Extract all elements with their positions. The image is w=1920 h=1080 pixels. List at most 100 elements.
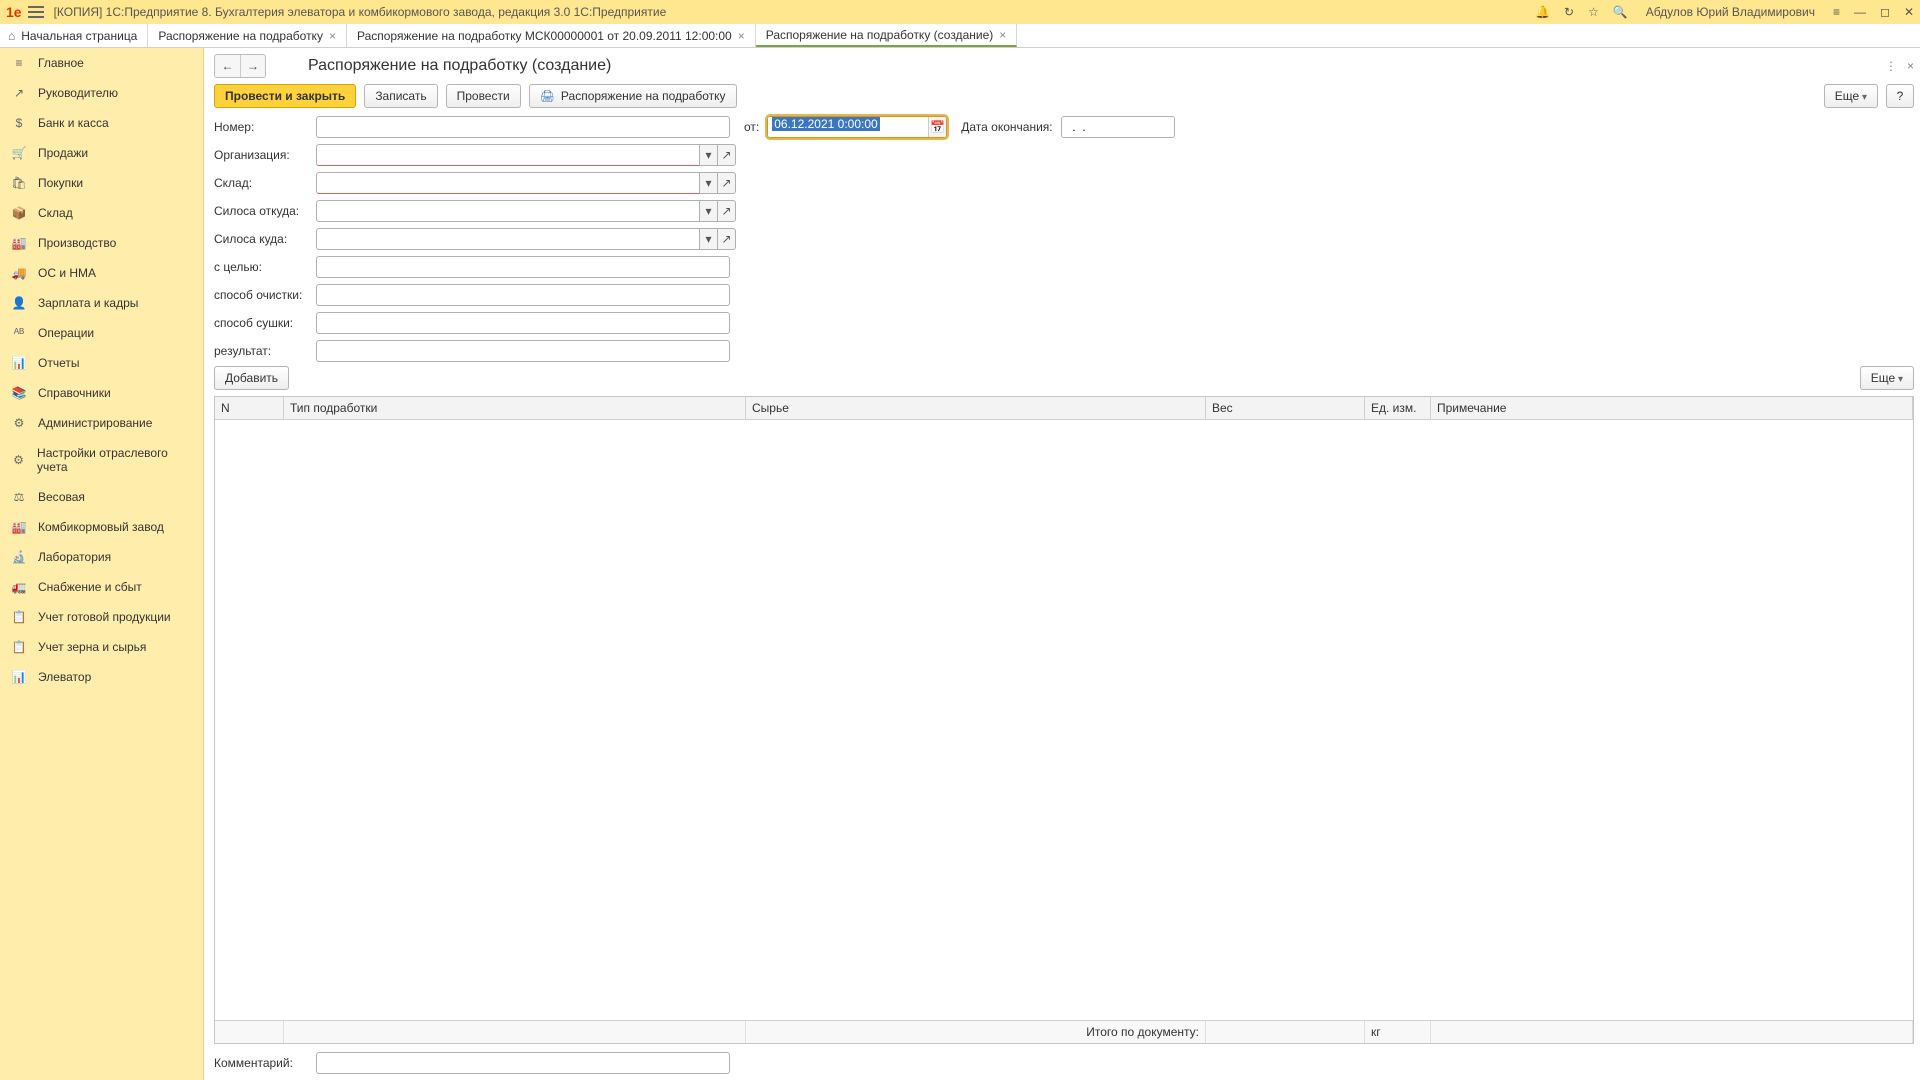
sidebar-item-label: Снабжение и сбыт [38,580,142,594]
sidebar-item-bank[interactable]: $Банк и касса [0,108,203,138]
window-close-icon[interactable]: ✕ [1904,5,1914,19]
nav-forward-button[interactable]: → [240,55,265,77]
star-icon[interactable]: ☆ [1588,5,1599,19]
dropdown-icon[interactable]: ▾ [700,144,718,166]
comment-label: Комментарий: [214,1056,316,1070]
result-input[interactable] [316,340,730,362]
chart-up-icon: ↗ [10,86,28,100]
calendar-icon[interactable]: 📅 [928,117,946,137]
sidebar-item-reports[interactable]: 📊 Отчеты [0,348,203,378]
bell-icon[interactable]: 🔔 [1535,5,1550,19]
sidebar-item-operations[interactable]: ᴬᴮОперации [0,318,203,348]
silo-to-input[interactable] [316,228,700,250]
sidebar-item-lab[interactable]: 🔬 Лаборатория [0,542,203,572]
sidebar-item-label: Учет зерна и сырья [38,640,146,654]
sidebar-item-manager[interactable]: ↗Руководителю [0,78,203,108]
settings-lines-icon[interactable]: ≡ [1833,5,1840,19]
sidebar-item-catalogs[interactable]: 📚Справочники [0,378,203,408]
sidebar-item-supply[interactable]: 🚛Снабжение и сбыт [0,572,203,602]
tab-order-new[interactable]: Распоряжение на подработку (создание) × [756,24,1018,47]
post-and-close-button[interactable]: Провести и закрыть [214,84,356,108]
post-button[interactable]: Провести [446,84,521,108]
nav-back-button[interactable]: ← [215,55,240,77]
silo-from-input[interactable] [316,200,700,222]
sidebar-item-elevator[interactable]: 📊Элеватор [0,662,203,692]
silo-from-label: Силоса откуда: [214,204,316,218]
col-weight[interactable]: Вес [1206,397,1365,419]
sidebar-item-fixed-assets[interactable]: 🚚ОС и НМА [0,258,203,288]
printer-icon: 🖨 [540,89,555,103]
col-note[interactable]: Примечание [1431,397,1913,419]
sidebar-item-label: Лаборатория [38,550,111,564]
sidebar-item-label: Весовая [38,490,85,504]
menu-burger-icon[interactable] [28,6,44,18]
purpose-input[interactable] [316,256,730,278]
sidebar-item-admin[interactable]: ⚙Администрирование [0,408,203,438]
sidebar-item-payroll[interactable]: 👤Зарплата и кадры [0,288,203,318]
table-more-button[interactable]: Еще [1860,366,1914,390]
warehouse-input[interactable] [316,172,700,194]
search-icon[interactable]: 🔍 [1613,5,1628,19]
box-icon: 📦 [10,206,28,220]
minimize-icon[interactable]: — [1854,5,1866,19]
save-button[interactable]: Записать [364,84,437,108]
sidebar-item-scales[interactable]: ⚖Весовая [0,482,203,512]
end-date-input[interactable] [1062,117,1175,137]
open-ref-icon[interactable]: ↗ [718,200,736,222]
comment-input[interactable] [316,1052,730,1074]
open-ref-icon[interactable]: ↗ [718,228,736,250]
cleaning-input[interactable] [316,284,730,306]
dropdown-icon[interactable]: ▾ [700,228,718,250]
more-button[interactable]: Еще [1824,84,1878,108]
sidebar-item-label: Операции [38,326,94,340]
sidebar-item-production[interactable]: 🏭Производство [0,228,203,258]
dropdown-icon[interactable]: ▾ [700,172,718,194]
date-from-input[interactable]: 06.12.2021 0:00:00 [768,117,928,137]
sidebar-item-purchases[interactable]: 🛍Покупки [0,168,203,198]
tab-order-list[interactable]: Распоряжение на подработку × [148,24,347,47]
tab-close-icon[interactable]: × [999,28,1006,42]
open-ref-icon[interactable]: ↗ [718,172,736,194]
end-date-field[interactable]: 📅 [1061,116,1175,138]
page-close-icon[interactable]: × [1907,59,1914,73]
sidebar-item-main[interactable]: ≡Главное [0,48,203,78]
table-body[interactable] [215,420,1913,1020]
table-header: N Тип подработки Сырье Вес Ед. изм. Прим… [215,397,1913,420]
user-name[interactable]: Абдулов Юрий Владимирович [1646,5,1815,19]
sidebar-item-label: Отчеты [38,356,79,370]
title-bar: 1e [КОПИЯ] 1С:Предприятие 8. Бухгалтерия… [0,0,1920,24]
lab-icon: 🔬 [10,550,28,564]
sidebar-item-label: Продажи [38,146,88,160]
organization-input[interactable] [316,144,700,166]
bag-icon: 🛍 [10,176,28,190]
sidebar-item-sales[interactable]: 🛒Продажи [0,138,203,168]
col-raw[interactable]: Сырье [746,397,1206,419]
sidebar-item-finished-goods[interactable]: 📋Учет готовой продукции [0,602,203,632]
sidebar-item-industry-settings[interactable]: ⚙Настройки отраслевого учета [0,438,203,482]
col-type[interactable]: Тип подработки [284,397,746,419]
help-button[interactable]: ? [1886,84,1914,108]
sidebar-item-grain[interactable]: 📋Учет зерна и сырья [0,632,203,662]
drying-input[interactable] [316,312,730,334]
history-icon[interactable]: ↻ [1564,5,1574,19]
sidebar-item-label: Администрирование [38,416,152,430]
date-from-field[interactable]: 06.12.2021 0:00:00 📅 [767,116,947,138]
sidebar-item-label: Производство [38,236,116,250]
kebab-icon[interactable]: ⋮ [1885,59,1897,73]
print-label: Распоряжение на подработку [561,89,726,103]
tab-order-doc[interactable]: Распоряжение на подработку МСК00000001 о… [347,24,756,47]
tab-close-icon[interactable]: × [329,29,336,43]
sidebar-item-feed-mill[interactable]: 🏭Комбикормовый завод [0,512,203,542]
col-unit[interactable]: Ед. изм. [1365,397,1431,419]
number-input[interactable] [316,116,730,138]
maximize-icon[interactable]: ◻ [1880,5,1890,19]
dropdown-icon[interactable]: ▾ [700,200,718,222]
open-ref-icon[interactable]: ↗ [718,144,736,166]
sidebar-item-warehouse[interactable]: 📦Склад [0,198,203,228]
tab-home[interactable]: ⌂ Начальная страница [0,24,148,47]
col-n[interactable]: N [215,397,284,419]
tab-close-icon[interactable]: × [738,29,745,43]
print-button[interactable]: 🖨 Распоряжение на подработку [529,84,737,108]
add-row-button[interactable]: Добавить [214,366,289,390]
bars-icon: 📊 [10,356,28,370]
